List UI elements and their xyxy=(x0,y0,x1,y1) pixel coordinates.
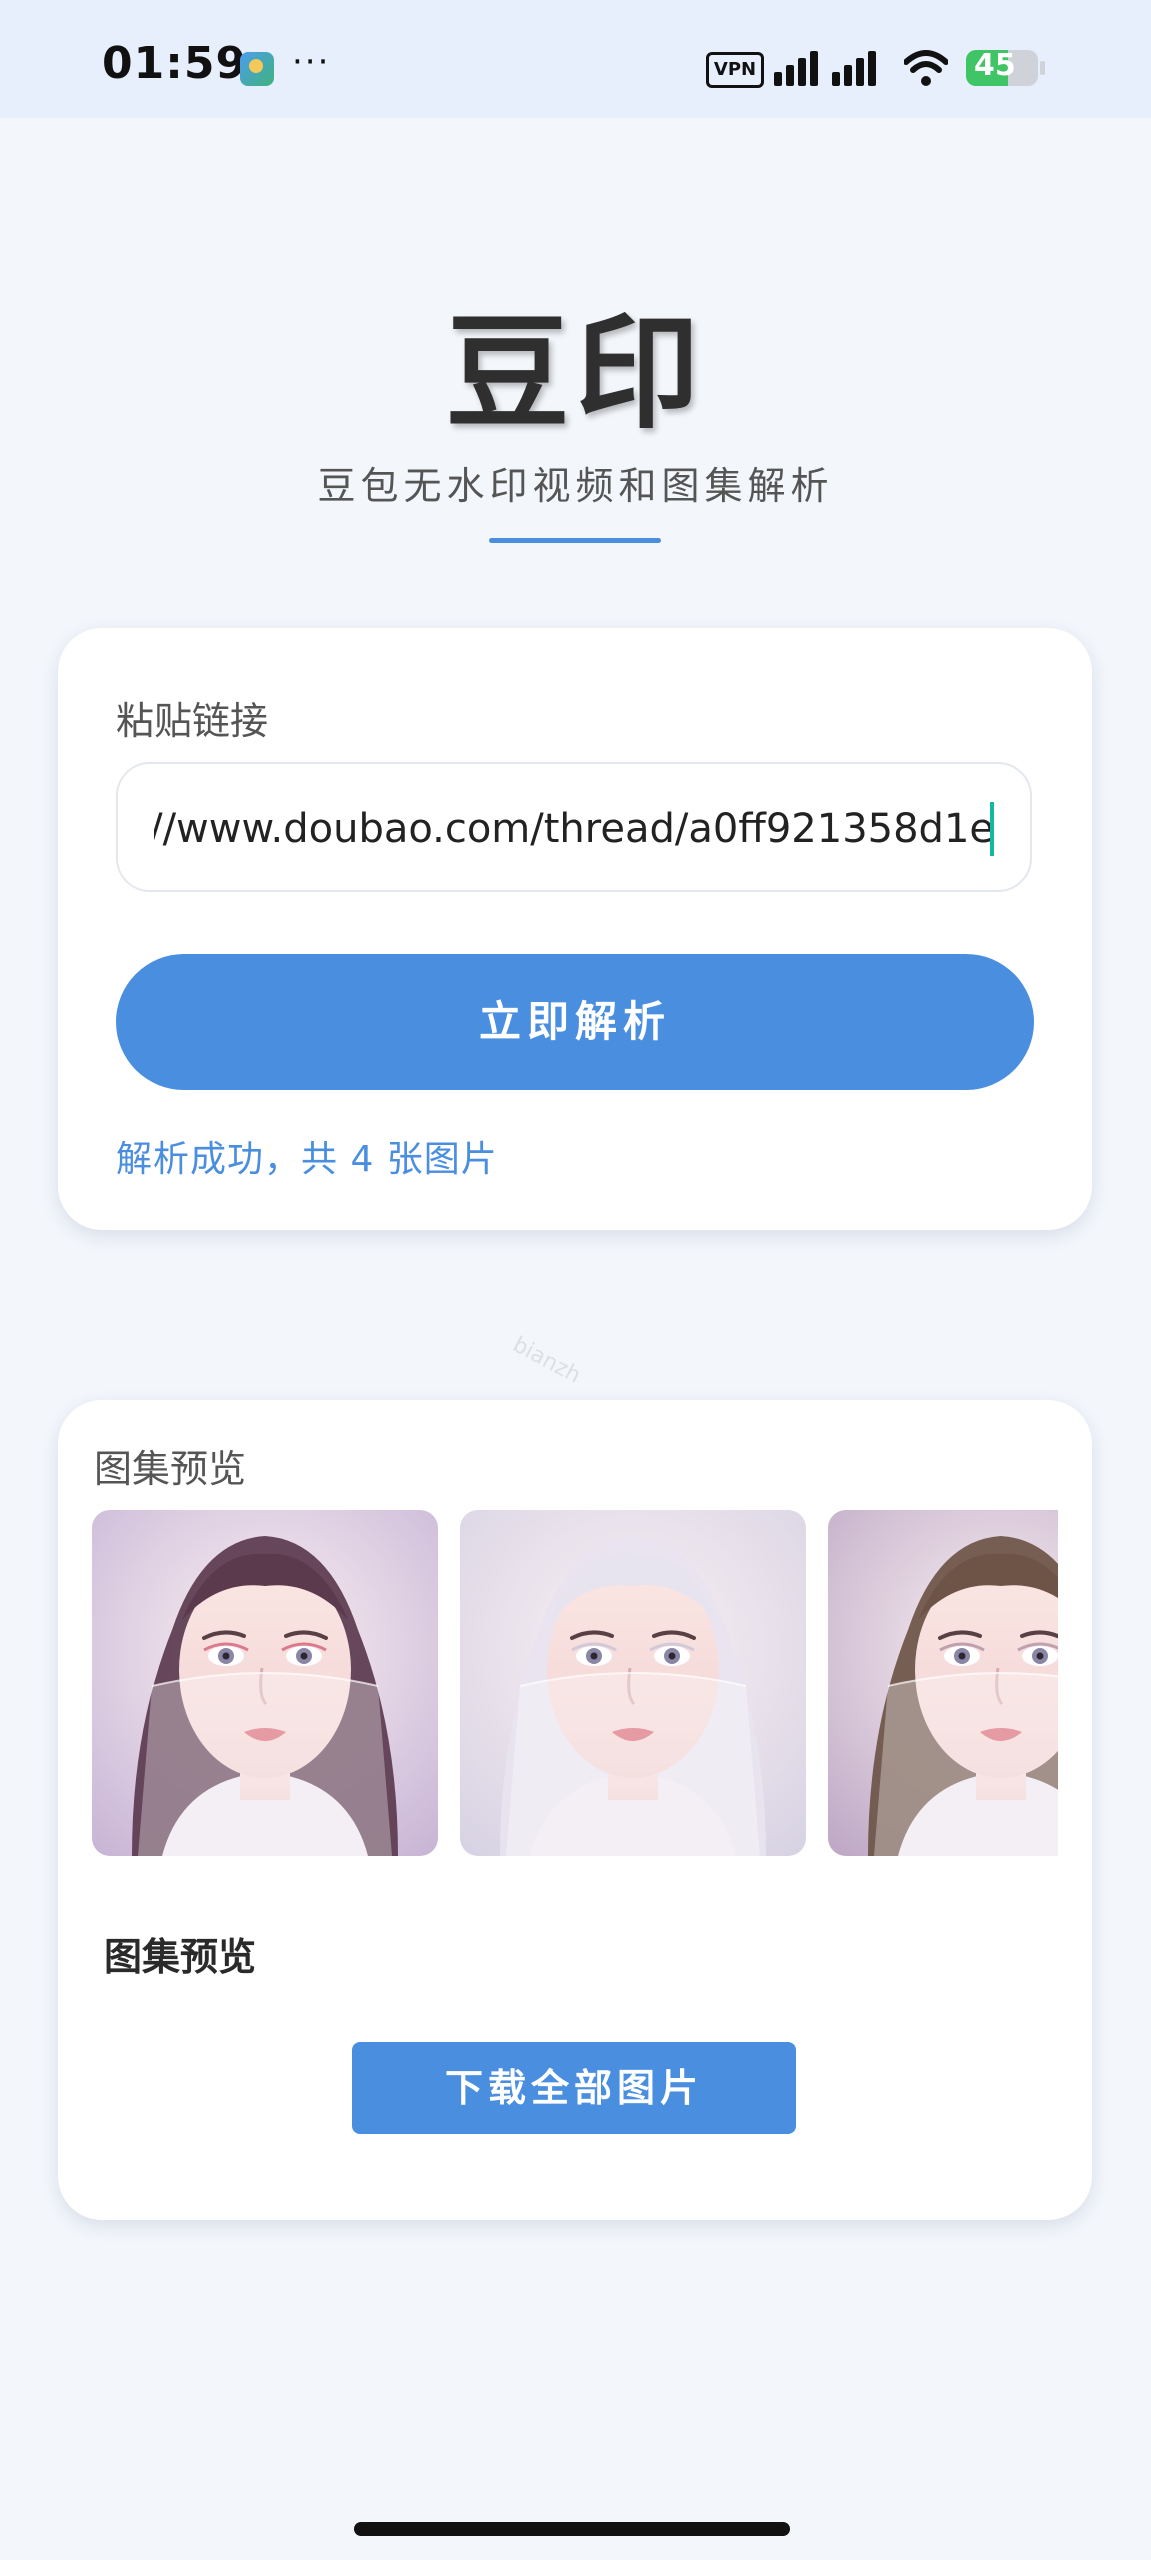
gallery-image-2[interactable] xyxy=(460,1510,806,1856)
text-cursor xyxy=(990,802,994,856)
link-input-card: 粘贴链接 https://www.doubao.com/thread/a0ff9… xyxy=(58,628,1092,1230)
signal-icon xyxy=(774,51,876,86)
link-input-label: 粘贴链接 xyxy=(116,699,269,743)
home-indicator[interactable] xyxy=(354,2522,790,2536)
parse-status-message: 解析成功，共 4 张图片 xyxy=(116,1139,498,1180)
parse-button[interactable]: 立即解析 xyxy=(116,954,1034,1090)
more-notifications-icon: ··· xyxy=(292,42,331,82)
app-subtitle: 豆包无水印视频和图集解析 xyxy=(317,464,834,508)
battery-level: 45 xyxy=(974,48,1016,83)
app-notification-icon xyxy=(240,52,274,86)
gallery-image-3[interactable] xyxy=(828,1510,1058,1856)
status-time: 01:59 xyxy=(102,38,248,89)
wifi-icon xyxy=(904,50,948,86)
title-underline xyxy=(489,538,661,543)
gallery-strip[interactable] xyxy=(92,1510,1058,1856)
status-bar: 01:59 ··· VPN 45 xyxy=(0,0,1151,118)
gallery-card: 图集预览 图集预览 下载全部图片 xyxy=(58,1400,1092,2220)
gallery-heading: 图集预览 xyxy=(104,1935,257,1979)
link-input-value: https://www.doubao.com/thread/a0ff921358… xyxy=(116,806,994,852)
gallery-label: 图集预览 xyxy=(94,1447,247,1491)
vpn-icon: VPN xyxy=(706,52,764,88)
watermark-text: bianzh xyxy=(508,1332,585,1389)
gallery-image-1[interactable] xyxy=(92,1510,438,1856)
download-all-button[interactable]: 下载全部图片 xyxy=(352,2042,796,2134)
app-title: 豆印 xyxy=(445,302,706,446)
link-input[interactable]: https://www.doubao.com/thread/a0ff921358… xyxy=(116,762,1032,892)
link-input-edge xyxy=(118,764,154,890)
